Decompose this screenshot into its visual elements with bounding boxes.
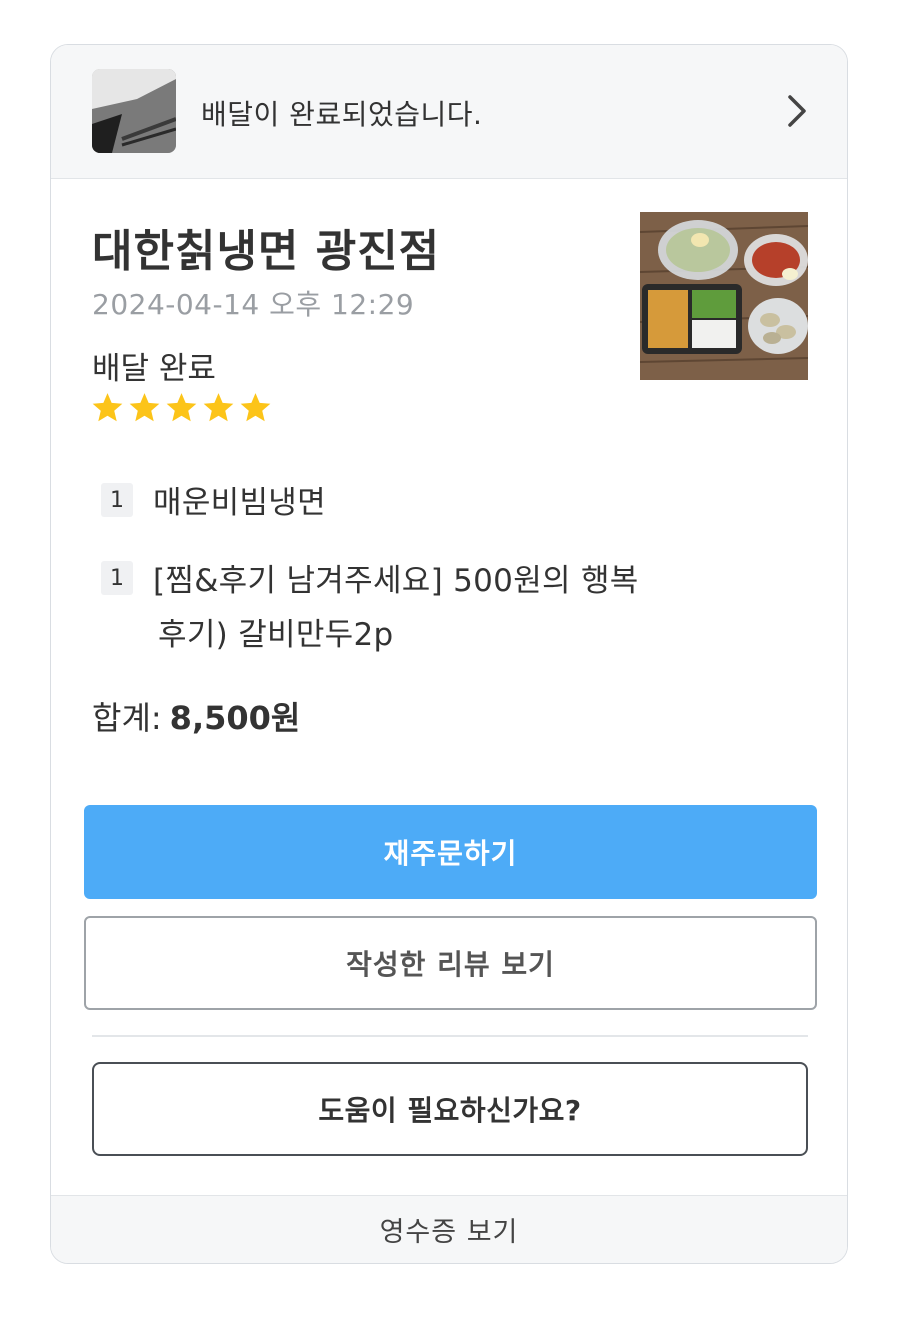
star-icon <box>92 393 123 422</box>
rating-stars <box>91 391 272 425</box>
shop-food-photo[interactable] <box>640 212 808 380</box>
chevron-right-icon[interactable] <box>784 93 810 129</box>
help-button[interactable]: 도움이 필요하신가요? <box>92 1062 808 1156</box>
star-icon <box>203 393 234 422</box>
total-label: 합계: <box>92 699 162 737</box>
delivery-photo-thumbnail <box>92 69 176 153</box>
order-card: 배달이 완료되었습니다. 대한칡냉면 광진점 2024-04-14 오후 12:… <box>50 44 848 1264</box>
item-quantity: 1 <box>101 561 133 595</box>
divider <box>92 1035 808 1037</box>
view-receipt-link[interactable]: 영수증 보기 <box>51 1195 847 1263</box>
menu-item: 1 매운비빔냉면 <box>101 479 326 527</box>
order-total: 합계: 8,500원 <box>92 693 300 739</box>
star-icon <box>166 393 197 422</box>
delivery-status-banner[interactable]: 배달이 완료되었습니다. <box>51 45 847 179</box>
star-icon <box>240 393 271 422</box>
menu-item: 1 [찜&후기 남겨주세요] 500원의 행복 <box>101 557 639 605</box>
view-review-button[interactable]: 작성한 리뷰 보기 <box>84 916 817 1010</box>
item-quantity: 1 <box>101 483 133 517</box>
item-name: 매운비빔냉면 <box>153 485 326 521</box>
star-icon <box>129 393 160 422</box>
total-amount: 8,500원 <box>169 699 301 737</box>
order-datetime: 2024-04-14 오후 12:29 <box>92 288 415 321</box>
shop-name[interactable]: 대한칡냉면 광진점 <box>92 215 440 279</box>
item-name: [찜&후기 남겨주세요] 500원의 행복 <box>153 563 639 599</box>
delivery-complete-message: 배달이 완료되었습니다. <box>201 98 483 131</box>
item-name-continued: 후기) 갈비만두2p <box>158 617 394 653</box>
order-status: 배달 완료 <box>92 351 216 387</box>
reorder-button[interactable]: 재주문하기 <box>84 805 817 899</box>
